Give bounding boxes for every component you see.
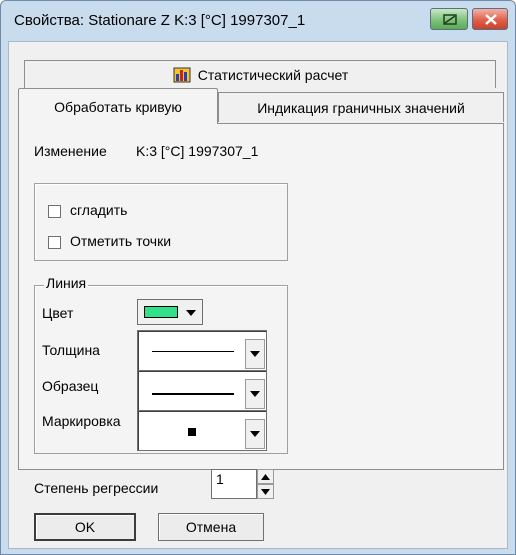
restore-icon bbox=[443, 14, 457, 25]
change-label: Изменение bbox=[34, 143, 107, 159]
tab-statistical-calculation-label: Статистический расчет bbox=[197, 66, 349, 83]
close-button[interactable] bbox=[472, 8, 508, 30]
smooth-label: сгладить bbox=[70, 202, 128, 218]
regression-input[interactable]: 1 bbox=[211, 469, 257, 499]
cancel-button[interactable]: Отмена bbox=[158, 513, 264, 541]
chevron-down-icon bbox=[250, 431, 260, 437]
solid-line-sample bbox=[152, 393, 234, 395]
window-title: Свойства: Stationare Z K:3 [°C] 1997307_… bbox=[14, 12, 306, 29]
color-label: Цвет bbox=[42, 305, 74, 321]
pattern-label: Образец bbox=[42, 378, 99, 394]
marking-dropdown-arrow[interactable] bbox=[245, 419, 265, 449]
chevron-down-icon bbox=[250, 351, 260, 357]
thickness-label: Толщина bbox=[42, 342, 100, 358]
color-dropdown-icon bbox=[186, 310, 196, 316]
statistics-icon bbox=[173, 67, 191, 82]
close-icon bbox=[485, 14, 497, 25]
color-swatch bbox=[144, 306, 178, 318]
regression-spin-down[interactable] bbox=[257, 484, 274, 499]
thickness-combo[interactable] bbox=[137, 330, 267, 371]
marking-label: Маркировка bbox=[42, 413, 121, 429]
tab-limit-indication[interactable]: Индикация граничных значений bbox=[218, 92, 504, 122]
ok-button[interactable]: OK bbox=[34, 513, 136, 541]
mark-points-label: Отметить точки bbox=[70, 233, 172, 249]
tab-process-curve[interactable]: Обработать кривую bbox=[18, 88, 218, 124]
tab-limit-indication-label: Индикация граничных значений bbox=[257, 99, 465, 116]
options-group bbox=[34, 183, 288, 261]
tab-statistical-calculation[interactable]: Статистический расчет bbox=[24, 60, 496, 88]
color-picker-button[interactable] bbox=[137, 299, 203, 325]
marking-combo[interactable] bbox=[137, 410, 267, 451]
change-value: K:3 [°C] 1997307_1 bbox=[136, 143, 259, 159]
line-group-legend: Линия bbox=[44, 275, 89, 291]
tab-process-curve-label: Обработать кривую bbox=[54, 98, 182, 115]
restore-button[interactable] bbox=[430, 8, 468, 30]
regression-label: Степень регрессии bbox=[34, 480, 159, 496]
spin-up-icon bbox=[261, 473, 270, 480]
pattern-dropdown-arrow[interactable] bbox=[245, 379, 265, 409]
thickness-dropdown-arrow[interactable] bbox=[245, 339, 265, 369]
regression-spin-up[interactable] bbox=[257, 469, 274, 484]
square-marker-icon bbox=[188, 428, 196, 436]
smooth-checkbox[interactable] bbox=[48, 205, 61, 218]
spin-down-icon bbox=[261, 488, 270, 495]
mark-points-checkbox[interactable] bbox=[48, 236, 61, 249]
chevron-down-icon bbox=[250, 391, 260, 397]
thin-line-sample bbox=[152, 351, 234, 352]
pattern-combo[interactable] bbox=[137, 370, 267, 411]
